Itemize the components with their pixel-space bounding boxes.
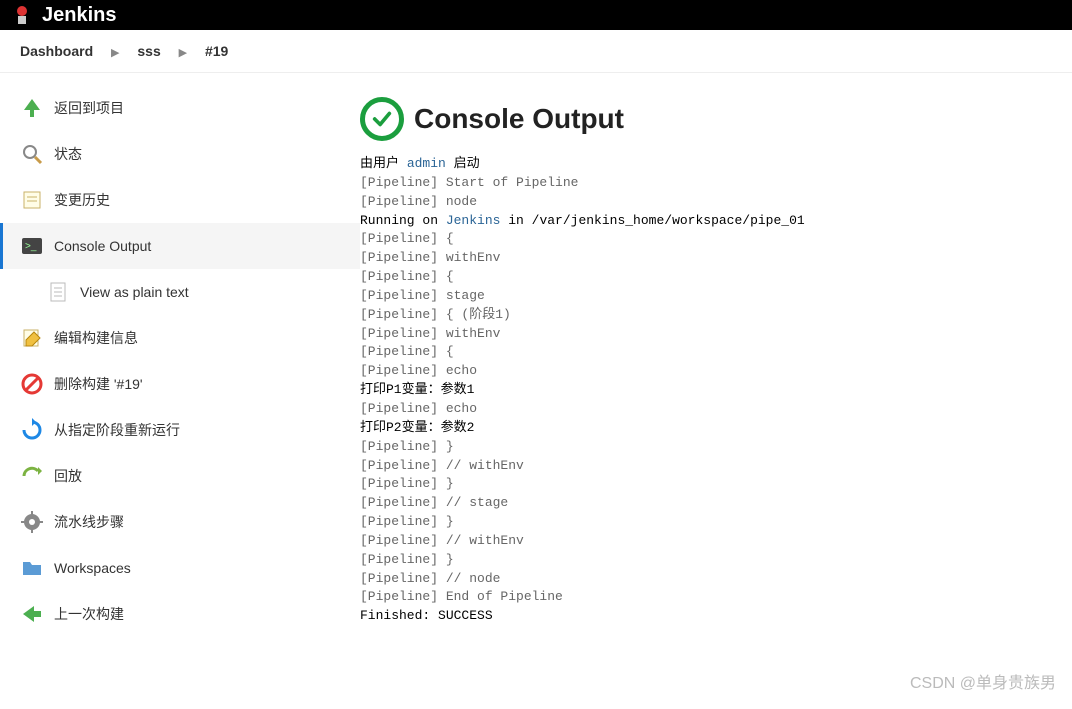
notepad-icon xyxy=(20,188,44,212)
console-line: [Pipeline] // node xyxy=(360,570,1062,589)
console-line: [Pipeline] stage xyxy=(360,287,1062,306)
crumb-build[interactable]: #19 xyxy=(205,43,228,59)
chevron-right-icon: ▶ xyxy=(179,47,187,59)
page-title-row: Console Output xyxy=(360,97,1062,141)
success-icon xyxy=(360,97,404,141)
sidebar: 返回到项目 状态 变更历史 >_ Console Output View as … xyxy=(0,73,360,650)
svg-text:>_: >_ xyxy=(25,241,37,252)
sidebar-item-label: 删除构建 '#19' xyxy=(54,374,143,394)
breadcrumb: Dashboard ▶ sss ▶ #19 xyxy=(0,30,1072,73)
console-output: 由用户 admin 启动 [Pipeline] Start of Pipelin… xyxy=(360,155,1062,626)
sidebar-item-changes[interactable]: 变更历史 xyxy=(0,177,360,223)
arrow-up-icon xyxy=(20,96,44,120)
prohibit-icon xyxy=(20,372,44,396)
main-content: Console Output 由用户 admin 启动 [Pipeline] S… xyxy=(360,73,1072,650)
user-link[interactable]: admin xyxy=(407,156,446,171)
sidebar-item-label: 返回到项目 xyxy=(54,98,124,118)
folder-icon xyxy=(20,556,44,580)
console-line: [Pipeline] node xyxy=(360,193,1062,212)
terminal-icon: >_ xyxy=(20,234,44,258)
console-line: [Pipeline] echo xyxy=(360,362,1062,381)
console-line: [Pipeline] { xyxy=(360,230,1062,249)
node-link[interactable]: Jenkins xyxy=(446,213,501,228)
edit-icon xyxy=(20,326,44,350)
gear-icon xyxy=(20,510,44,534)
sidebar-item-back[interactable]: 返回到项目 xyxy=(0,85,360,131)
sidebar-item-status[interactable]: 状态 xyxy=(0,131,360,177)
console-line: [Pipeline] { (阶段1) xyxy=(360,306,1062,325)
page-title: Console Output xyxy=(414,103,624,135)
sidebar-item-label: 上一次构建 xyxy=(54,604,124,624)
sidebar-item-console[interactable]: >_ Console Output xyxy=(0,223,360,269)
sidebar-item-label: 回放 xyxy=(54,466,82,486)
console-line: Running on Jenkins in /var/jenkins_home/… xyxy=(360,212,1062,231)
console-line: [Pipeline] } xyxy=(360,551,1062,570)
sidebar-item-label: View as plain text xyxy=(80,284,189,300)
sidebar-item-workspaces[interactable]: Workspaces xyxy=(0,545,360,591)
console-line: [Pipeline] } xyxy=(360,513,1062,532)
console-line: [Pipeline] // withEnv xyxy=(360,532,1062,551)
sidebar-item-label: 状态 xyxy=(54,144,82,164)
sidebar-item-delete[interactable]: 删除构建 '#19' xyxy=(0,361,360,407)
sidebar-item-label: 变更历史 xyxy=(54,190,110,210)
crumb-dashboard[interactable]: Dashboard xyxy=(20,43,93,59)
sidebar-item-label: 从指定阶段重新运行 xyxy=(54,420,180,440)
watermark: CSDN @单身贵族男 xyxy=(910,669,1056,693)
jenkins-logo-icon xyxy=(10,3,34,27)
arrow-left-icon xyxy=(20,602,44,626)
sidebar-item-edit[interactable]: 编辑构建信息 xyxy=(0,315,360,361)
console-line: [Pipeline] } xyxy=(360,438,1062,457)
sidebar-item-label: 编辑构建信息 xyxy=(54,328,138,348)
console-line: [Pipeline] withEnv xyxy=(360,249,1062,268)
console-line: 打印P1变量：参数1 xyxy=(360,381,1062,400)
console-line: [Pipeline] { xyxy=(360,268,1062,287)
console-line: 打印P2变量：参数2 xyxy=(360,419,1062,438)
refresh-icon xyxy=(20,418,44,442)
chevron-right-icon: ▶ xyxy=(111,47,119,59)
sidebar-item-plaintext[interactable]: View as plain text xyxy=(0,269,360,315)
console-line: [Pipeline] // stage xyxy=(360,494,1062,513)
console-line: [Pipeline] echo xyxy=(360,400,1062,419)
document-icon xyxy=(46,280,70,304)
sidebar-item-label: Console Output xyxy=(54,238,151,254)
console-line: [Pipeline] Start of Pipeline xyxy=(360,174,1062,193)
main-layout: 返回到项目 状态 变更历史 >_ Console Output View as … xyxy=(0,73,1072,650)
sidebar-item-label: Workspaces xyxy=(54,560,131,576)
search-icon xyxy=(20,142,44,166)
crumb-project[interactable]: sss xyxy=(137,43,160,59)
sidebar-item-label: 流水线步骤 xyxy=(54,512,124,532)
sidebar-item-steps[interactable]: 流水线步骤 xyxy=(0,499,360,545)
console-line: [Pipeline] // withEnv xyxy=(360,457,1062,476)
console-line: Finished: SUCCESS xyxy=(360,607,1062,626)
console-line: 由用户 admin 启动 xyxy=(360,155,1062,174)
brand-name[interactable]: Jenkins xyxy=(42,4,116,27)
console-line: [Pipeline] withEnv xyxy=(360,325,1062,344)
sidebar-item-prev[interactable]: 上一次构建 xyxy=(0,591,360,637)
console-line: [Pipeline] { xyxy=(360,343,1062,362)
top-bar: Jenkins xyxy=(0,0,1072,30)
redo-icon xyxy=(20,464,44,488)
console-line: [Pipeline] End of Pipeline xyxy=(360,588,1062,607)
sidebar-item-restart[interactable]: 从指定阶段重新运行 xyxy=(0,407,360,453)
console-line: [Pipeline] } xyxy=(360,475,1062,494)
sidebar-item-replay[interactable]: 回放 xyxy=(0,453,360,499)
